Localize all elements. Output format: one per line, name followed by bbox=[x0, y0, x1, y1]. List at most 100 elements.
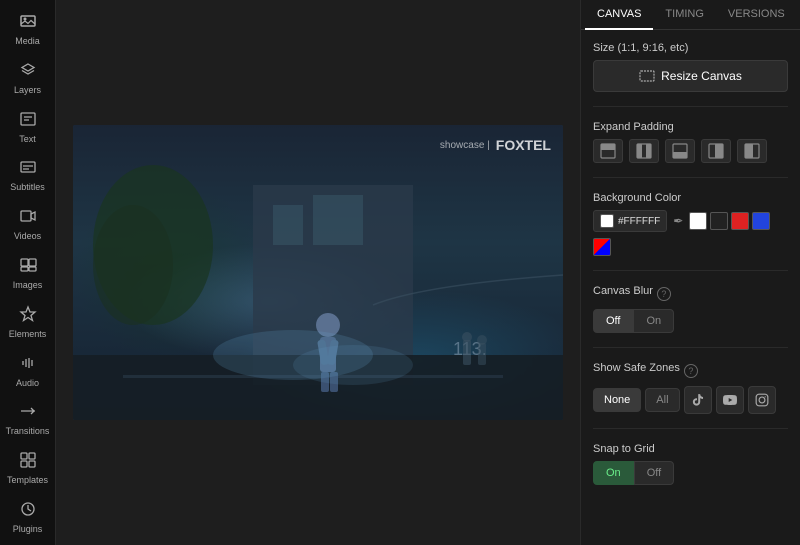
right-panel: CANVAS TIMING VERSIONS Size (1:1, 9:16, … bbox=[580, 0, 800, 545]
sidebar-item-label: Subtitles bbox=[10, 182, 45, 193]
sidebar-item-label: Media bbox=[15, 36, 40, 47]
sidebar-item-label: Text bbox=[19, 134, 36, 145]
canvas-blur-label: Canvas Blur bbox=[593, 285, 653, 297]
snap-to-grid-label: Snap to Grid bbox=[593, 443, 788, 455]
resize-canvas-button[interactable]: Resize Canvas bbox=[593, 60, 788, 92]
instagram-icon bbox=[755, 393, 769, 407]
eyedropper-button[interactable]: ✒ bbox=[673, 214, 683, 228]
safe-zones-help[interactable]: ? bbox=[684, 364, 698, 378]
color-swatches bbox=[689, 212, 770, 230]
tab-canvas[interactable]: CANVAS bbox=[585, 0, 653, 30]
transitions-icon bbox=[19, 402, 37, 424]
elements-icon bbox=[19, 305, 37, 327]
sidebar-item-elements[interactable]: Elements bbox=[2, 299, 54, 346]
youtube-zone-button[interactable] bbox=[716, 386, 744, 414]
expand-padding-section: Expand Padding bbox=[593, 121, 788, 163]
panel-tabs: CANVAS TIMING VERSIONS bbox=[581, 0, 800, 30]
tab-versions[interactable]: VERSIONS bbox=[716, 0, 797, 30]
youtube-icon bbox=[723, 393, 737, 407]
sidebar-item-templates[interactable]: Templates bbox=[2, 445, 54, 492]
expand-left-button[interactable] bbox=[701, 139, 731, 163]
canvas-blur-on-button[interactable]: On bbox=[633, 309, 674, 333]
snap-to-grid-toggle: On Off bbox=[593, 461, 788, 485]
resize-canvas-label: Resize Canvas bbox=[661, 69, 742, 83]
panel-content: Size (1:1, 9:16, etc) Resize Canvas Expa… bbox=[581, 30, 800, 497]
expand-top-button[interactable] bbox=[593, 139, 623, 163]
text-icon bbox=[19, 110, 37, 132]
divider-1 bbox=[593, 106, 788, 107]
safe-zones-none-button[interactable]: None bbox=[593, 388, 641, 412]
sidebar-item-label: Videos bbox=[14, 231, 41, 242]
expand-sides-icon bbox=[636, 143, 652, 159]
color-hex-value: #FFFFFF bbox=[618, 216, 660, 227]
expand-right-icon bbox=[744, 143, 760, 159]
tiktok-icon bbox=[691, 393, 705, 407]
size-section: Size (1:1, 9:16, etc) Resize Canvas bbox=[593, 42, 788, 92]
layers-icon bbox=[19, 61, 37, 83]
showcase-text: showcase | bbox=[440, 140, 490, 151]
expand-sides-button[interactable] bbox=[629, 139, 659, 163]
divider-4 bbox=[593, 347, 788, 348]
sidebar-item-media[interactable]: Media bbox=[2, 6, 54, 53]
sidebar: Media Layers Text Subtitles bbox=[0, 0, 56, 545]
safe-zones-section: Show Safe Zones ? None All bbox=[593, 362, 788, 414]
media-icon bbox=[19, 12, 37, 34]
snap-to-grid-on-button[interactable]: On bbox=[593, 461, 634, 485]
watermark: showcase | FOXTEL bbox=[440, 137, 551, 153]
sidebar-item-subtitles[interactable]: Subtitles bbox=[2, 152, 54, 199]
expand-padding-row bbox=[593, 139, 788, 163]
plugins-icon bbox=[19, 500, 37, 522]
background-color-section: Background Color #FFFFFF ✒ bbox=[593, 192, 788, 256]
resize-icon bbox=[639, 70, 655, 82]
divider-5 bbox=[593, 428, 788, 429]
expand-padding-label: Expand Padding bbox=[593, 121, 788, 133]
images-icon bbox=[19, 256, 37, 278]
sidebar-item-label: Templates bbox=[7, 475, 48, 486]
expand-bottom-icon bbox=[672, 143, 688, 159]
sidebar-item-layers[interactable]: Layers bbox=[2, 55, 54, 102]
sidebar-item-text[interactable]: Text bbox=[2, 104, 54, 151]
expand-right-button[interactable] bbox=[737, 139, 767, 163]
canvas-blur-section: Canvas Blur ? Off On bbox=[593, 285, 788, 333]
color-swatch-white[interactable] bbox=[689, 212, 707, 230]
expand-left-icon bbox=[708, 143, 724, 159]
safe-zones-header: Show Safe Zones ? bbox=[593, 362, 788, 380]
instagram-zone-button[interactable] bbox=[748, 386, 776, 414]
sidebar-item-images[interactable]: Images bbox=[2, 250, 54, 297]
snap-to-grid-off-button[interactable]: Off bbox=[634, 461, 674, 485]
color-swatch-red[interactable] bbox=[731, 212, 749, 230]
sidebar-item-label: Elements bbox=[9, 329, 47, 340]
sidebar-item-videos[interactable]: Videos bbox=[2, 201, 54, 248]
templates-icon bbox=[19, 451, 37, 473]
foxtel-text: FOXTEL bbox=[496, 137, 551, 153]
sidebar-item-label: Layers bbox=[14, 85, 41, 96]
sidebar-item-label: Audio bbox=[16, 378, 39, 389]
snap-to-grid-section: Snap to Grid On Off bbox=[593, 443, 788, 485]
tiktok-zone-button[interactable] bbox=[684, 386, 712, 414]
bg-color-label: Background Color bbox=[593, 192, 788, 204]
audio-icon bbox=[19, 354, 37, 376]
canvas-blur-off-button[interactable]: Off bbox=[593, 309, 633, 333]
safe-zones-label: Show Safe Zones bbox=[593, 362, 680, 374]
sidebar-item-label: Images bbox=[13, 280, 43, 291]
canvas-preview: 113. showcase | FOXTEL bbox=[73, 125, 563, 420]
canvas-blur-header: Canvas Blur ? bbox=[593, 285, 788, 303]
canvas-area: 113. showcase | FOXTEL bbox=[56, 0, 580, 545]
color-swatch-dark[interactable] bbox=[710, 212, 728, 230]
safe-zones-all-button[interactable]: All bbox=[645, 388, 679, 412]
sidebar-item-audio[interactable]: Audio bbox=[2, 348, 54, 395]
sidebar-item-plugins[interactable]: Plugins bbox=[2, 494, 54, 541]
bg-color-row: #FFFFFF ✒ bbox=[593, 210, 788, 256]
color-swatch-multi[interactable] bbox=[593, 238, 611, 256]
expand-bottom-button[interactable] bbox=[665, 139, 695, 163]
tab-timing[interactable]: TIMING bbox=[653, 0, 716, 30]
size-label: Size (1:1, 9:16, etc) bbox=[593, 42, 788, 54]
canvas-blur-help[interactable]: ? bbox=[657, 287, 671, 301]
sidebar-item-transitions[interactable]: Transitions bbox=[2, 396, 54, 443]
color-swatch-blue[interactable] bbox=[752, 212, 770, 230]
videos-icon bbox=[19, 207, 37, 229]
safe-zones-row: None All bbox=[593, 386, 788, 414]
sidebar-item-label: Plugins bbox=[13, 524, 43, 535]
divider-2 bbox=[593, 177, 788, 178]
color-input-box[interactable]: #FFFFFF bbox=[593, 210, 667, 232]
